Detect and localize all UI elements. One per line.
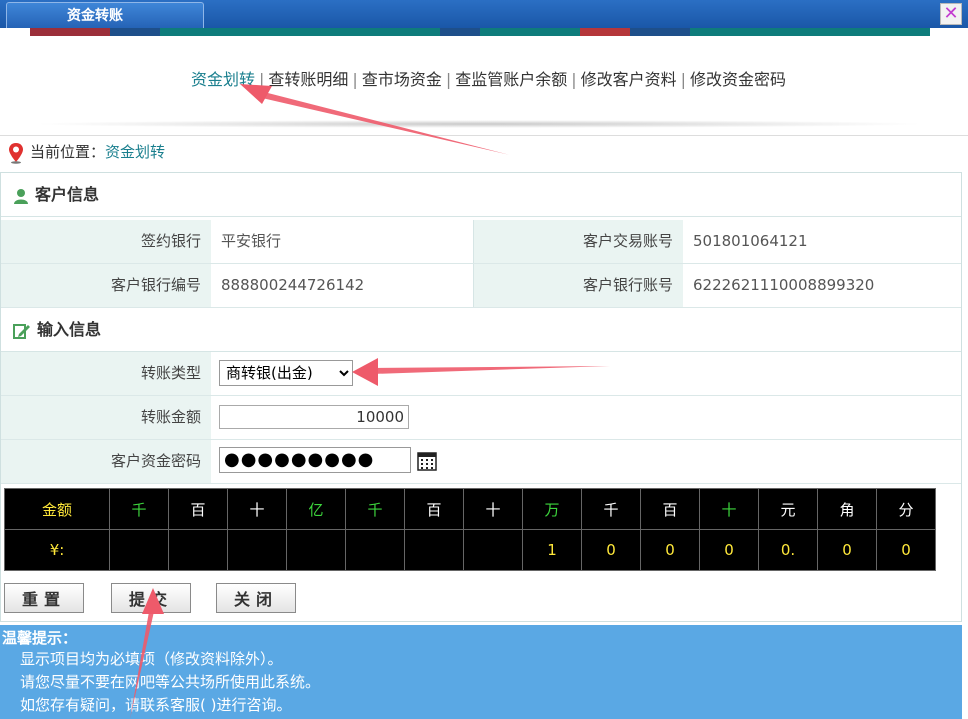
- grid-header-cell: 万: [522, 488, 582, 530]
- nav-separator: |: [445, 70, 452, 89]
- customer-row-1: 签约银行 平安银行 客户交易账号 501801064121: [1, 220, 961, 264]
- grid-header-cell: 千: [345, 488, 405, 530]
- trade-account-value: 501801064121: [683, 220, 961, 263]
- breadcrumb-current[interactable]: 资金划转: [105, 143, 165, 161]
- top-nav: 资金划转 | 查转账明细 | 查市场资金 | 查监管账户余额 | 修改客户资料 | 修改资金密码: [191, 66, 786, 90]
- grid-header-cell: 分: [876, 488, 936, 530]
- grid-value-cell: 0.: [758, 529, 818, 571]
- grid-value-cell: 0: [581, 529, 641, 571]
- nav-transfer[interactable]: 资金划转: [191, 70, 255, 89]
- nav-separator: |: [352, 70, 358, 89]
- sign-bank-value: 平安银行: [211, 220, 473, 263]
- user-icon: [14, 188, 28, 204]
- reset-button[interactable]: 重置: [4, 583, 84, 613]
- transfer-amount-row: 转账金额: [1, 396, 961, 440]
- grid-header-cell: 十: [463, 488, 523, 530]
- input-info-title: 输入信息: [37, 320, 102, 339]
- grid-header-cell: 元: [758, 488, 818, 530]
- tips-line: 如您存有疑问，请联系客服( )进行咨询。: [20, 696, 292, 714]
- tips-title: 温馨提示：: [2, 629, 78, 647]
- location-pin-icon: [9, 142, 23, 164]
- grid-value-cell: ¥:: [4, 529, 110, 571]
- grid-value-cell: 0: [876, 529, 936, 571]
- grid-header-cell: 十: [699, 488, 759, 530]
- grid-value-cell: 0: [640, 529, 700, 571]
- password-row: 客户资金密码 ●●●●●●●●●: [1, 440, 961, 484]
- grid-header-cell: 角: [817, 488, 877, 530]
- grid-value-cell: 0: [699, 529, 759, 571]
- nav-edit-profile[interactable]: 修改客户资料: [581, 70, 677, 89]
- password-input[interactable]: ●●●●●●●●●: [219, 447, 411, 473]
- nav-shadow: [30, 120, 928, 128]
- amount-grid-values: ¥: 1 0 0 0 0. 0 0: [4, 529, 936, 571]
- sign-bank-label: 签约银行: [1, 220, 211, 263]
- trade-account-label: 客户交易账号: [473, 220, 683, 263]
- grid-header-cell: 百: [640, 488, 700, 530]
- customer-row-2: 客户银行编号 888800244726142 客户银行账号 6222621110…: [1, 264, 961, 308]
- grid-value-cell: [404, 529, 464, 571]
- nav-separator: |: [680, 70, 687, 89]
- grid-header-cell: 十: [227, 488, 287, 530]
- grid-header-cell: 金额: [4, 488, 110, 530]
- bank-code-value: 888800244726142: [211, 264, 473, 307]
- tips-line: 请您尽量不要在网吧等公共场所使用此系统。: [20, 673, 321, 691]
- input-info-heading: 输入信息: [1, 308, 961, 352]
- grid-header-cell: 千: [109, 488, 169, 530]
- bank-account-value: 6222621110008899320: [683, 264, 961, 307]
- nav-market-funds[interactable]: 查市场资金: [362, 70, 442, 89]
- bank-account-label: 客户银行账号: [473, 264, 683, 307]
- breadcrumb: 当前位置：资金划转: [0, 135, 968, 171]
- customer-info-heading: 客户信息: [1, 173, 961, 217]
- close-button[interactable]: 关闭: [216, 583, 296, 613]
- tips-panel: 温馨提示： 显示项目均为必填项（修改资料除外）。 请您尽量不要在网吧等公共场所使…: [0, 625, 962, 719]
- grid-header-cell: 百: [404, 488, 464, 530]
- nav-change-password[interactable]: 修改资金密码: [690, 70, 786, 89]
- grid-value-cell: [286, 529, 346, 571]
- transfer-type-label: 转账类型: [1, 352, 211, 395]
- grid-value-cell: 1: [522, 529, 582, 571]
- title-bar: 资金转账 ✕: [0, 0, 968, 28]
- grid-value-cell: [345, 529, 405, 571]
- edit-icon: [13, 323, 30, 339]
- nav-supervised-balance[interactable]: 查监管账户余额: [455, 70, 567, 89]
- breadcrumb-label: 当前位置：: [30, 143, 106, 161]
- transfer-amount-label: 转账金额: [1, 396, 211, 439]
- nav-separator: |: [259, 70, 265, 89]
- close-icon[interactable]: ✕: [940, 3, 962, 25]
- amount-grid: 金额 千 百 十 亿 千 百 十 万 千 百 十 元 角 分 ¥: 1 0 0 …: [4, 488, 936, 571]
- color-strip: [0, 28, 968, 36]
- bank-code-label: 客户银行编号: [1, 264, 211, 307]
- window-title: 资金转账: [6, 2, 204, 28]
- nav-transfer-detail[interactable]: 查转账明细: [268, 70, 348, 89]
- grid-value-cell: [463, 529, 523, 571]
- submit-button[interactable]: 提交: [111, 583, 191, 613]
- nav-area: 资金划转 | 查转账明细 | 查市场资金 | 查监管账户余额 | 修改客户资料 | 修改资金密码: [0, 36, 968, 134]
- amount-grid-header: 金额 千 百 十 亿 千 百 十 万 千 百 十 元 角 分: [4, 488, 936, 530]
- grid-header-cell: 百: [168, 488, 228, 530]
- keyboard-icon[interactable]: [417, 451, 437, 471]
- password-label: 客户资金密码: [1, 440, 211, 483]
- grid-header-cell: 千: [581, 488, 641, 530]
- transfer-amount-input[interactable]: [219, 405, 409, 429]
- transfer-type-select[interactable]: 商转银(出金): [219, 360, 353, 386]
- transfer-type-row: 转账类型 商转银(出金): [1, 352, 961, 396]
- nav-separator: |: [571, 70, 577, 89]
- tips-line: 显示项目均为必填项（修改资料除外）。: [20, 650, 283, 668]
- grid-value-cell: 0: [817, 529, 877, 571]
- customer-info-title: 客户信息: [35, 185, 100, 204]
- grid-value-cell: [227, 529, 287, 571]
- grid-header-cell: 亿: [286, 488, 346, 530]
- grid-value-cell: [109, 529, 169, 571]
- grid-value-cell: [168, 529, 228, 571]
